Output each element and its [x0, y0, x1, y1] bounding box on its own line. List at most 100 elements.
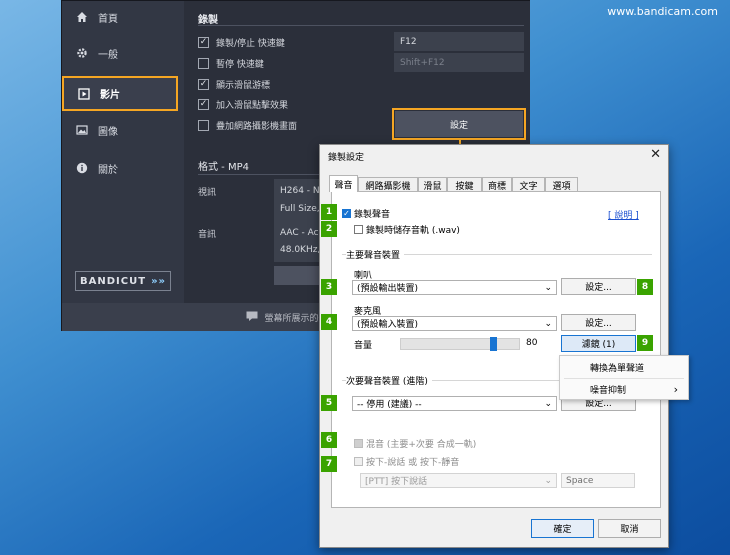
- record-hotkey-field[interactable]: F12: [394, 32, 524, 51]
- record-settings-dialog: 錄製設定 ✕ 聲音 網路攝影機 滑鼠 按鍵 商標 文字 選項 ✓ 錄製聲音 [ 說…: [319, 144, 669, 548]
- record-section-title: 錄製: [198, 15, 218, 26]
- menu-item-mono[interactable]: 轉換為單聲道: [560, 357, 688, 377]
- record-sound-checkbox[interactable]: ✓ 錄製聲音: [342, 207, 390, 220]
- save-wav-checkbox[interactable]: 錄製時儲存音軌 (.wav): [354, 223, 460, 236]
- sidebar-item-label: 影片: [100, 90, 120, 101]
- tab-sound[interactable]: 聲音: [329, 175, 358, 192]
- checkbox-label: 混音 (主要+次要 合成一軌): [366, 440, 477, 450]
- chevron-down-icon: ⌄: [544, 318, 552, 329]
- mix-checkbox[interactable]: 混音 (主要+次要 合成一軌): [354, 437, 476, 450]
- sidebar-item-label: 首頁: [98, 13, 118, 25]
- tab-options[interactable]: 選項: [545, 177, 578, 192]
- video-format-line: Full Size,: [280, 204, 320, 214]
- sidebar-item-video[interactable]: 影片: [62, 76, 178, 111]
- ptt-value: [PTT] 按下說話: [365, 477, 428, 487]
- hotkey-record-checkbox[interactable]: ✓ 錄製/停止 快速鍵: [198, 36, 285, 49]
- sidebar-item-about[interactable]: 關於: [62, 153, 184, 183]
- secondary-select[interactable]: -- 停用 (建議) -- ⌄: [352, 396, 557, 411]
- tab-mouse[interactable]: 滑鼠: [418, 177, 447, 192]
- sidebar-item-image[interactable]: 圖像: [62, 115, 184, 145]
- show-cursor-checkbox[interactable]: ✓ 顯示滑鼠游標: [198, 78, 270, 91]
- watermark: www.bandicam.com: [607, 5, 718, 18]
- hotkey-pause-checkbox[interactable]: 暫停 快速鍵: [198, 57, 264, 70]
- checkbox-label: 疊加網路攝影機畫面: [216, 122, 298, 132]
- info-icon: [75, 161, 89, 175]
- sidebar-item-label: 關於: [98, 164, 118, 176]
- audio-format-line: AAC - Ac: [280, 228, 319, 238]
- sidebar-item-label: 一般: [98, 49, 118, 61]
- secondary-value: -- 停用 (建議) --: [357, 400, 422, 410]
- volume-slider[interactable]: [400, 337, 520, 351]
- mic-value: (預設輸入裝置): [357, 320, 419, 330]
- sidebar-item-general[interactable]: 一般: [62, 38, 184, 68]
- checkbox-box[interactable]: [354, 225, 363, 234]
- tab-keys[interactable]: 按鍵: [447, 177, 482, 192]
- checkbox-box[interactable]: ✓: [198, 99, 209, 110]
- primary-device-group: 主要聲音裝置: [346, 248, 405, 261]
- checkbox-box[interactable]: ✓: [198, 37, 209, 48]
- bandicut-button[interactable]: BANDICUT »»: [75, 271, 171, 291]
- step-badge-4: 4: [321, 314, 337, 330]
- checkbox-label: 暫停 快速鍵: [216, 60, 264, 70]
- click-effect-checkbox[interactable]: ✓ 加入滑鼠點擊效果: [198, 98, 288, 111]
- speaker-settings-button[interactable]: 設定...: [561, 278, 636, 295]
- chat-icon: [246, 311, 258, 324]
- checkbox-box[interactable]: [198, 58, 209, 69]
- menu-item-noise-suppression[interactable]: 噪音抑制 ›: [560, 379, 688, 399]
- divider: [198, 25, 524, 26]
- record-settings-button[interactable]: 設定: [395, 111, 523, 137]
- secondary-device-group: 次要聲音裝置 (進階): [346, 374, 432, 387]
- chevron-down-icon: ⌄: [544, 475, 552, 486]
- bandicut-label: BANDICUT: [80, 275, 147, 287]
- cancel-button[interactable]: 取消: [598, 519, 661, 538]
- mic-settings-button[interactable]: 設定...: [561, 314, 636, 331]
- help-link[interactable]: [ 說明 ]: [608, 208, 639, 221]
- ptt-key-value: Space: [566, 475, 594, 486]
- close-icon[interactable]: ✕: [650, 147, 661, 162]
- ptt-select[interactable]: [PTT] 按下說話 ⌄: [360, 473, 557, 488]
- step-badge-3: 3: [321, 279, 337, 295]
- step-badge-2: 2: [321, 221, 337, 237]
- speaker-select[interactable]: (預設輸出裝置) ⌄: [352, 280, 557, 295]
- ptt-key-field[interactable]: Space: [561, 473, 635, 488]
- webcam-overlay-checkbox[interactable]: 疊加網路攝影機畫面: [198, 119, 297, 132]
- pause-hotkey-field[interactable]: Shift+F12: [394, 53, 524, 72]
- chevron-down-icon: ⌄: [544, 398, 552, 409]
- audio-format-line: 48.0KHz,: [280, 245, 321, 255]
- home-icon: [75, 10, 89, 24]
- checkbox-box[interactable]: [354, 457, 363, 466]
- volume-label: 音量: [354, 341, 373, 351]
- gear-icon: [75, 46, 89, 60]
- ok-button[interactable]: 確定: [531, 519, 594, 538]
- chevron-right-icon: ›: [673, 382, 678, 396]
- filter-button[interactable]: 濾鏡 (1): [561, 335, 636, 352]
- format-section-title: 格式 - MP4: [198, 162, 249, 173]
- video-label: 視訊: [198, 188, 217, 198]
- dialog-title: 錄製設定: [328, 153, 365, 163]
- step-badge-9: 9: [637, 335, 653, 351]
- volume-slider-thumb[interactable]: [490, 337, 497, 351]
- tab-webcam[interactable]: 網路攝影機: [358, 177, 418, 192]
- checkbox-box[interactable]: ✓: [342, 209, 351, 218]
- menu-item-label: 噪音抑制: [590, 385, 627, 396]
- checkbox-label: 錄製/停止 快速鍵: [216, 39, 285, 49]
- sidebar-item-home[interactable]: 首頁: [62, 2, 184, 32]
- checkbox-box[interactable]: [354, 439, 363, 448]
- tab-logo[interactable]: 商標: [482, 177, 512, 192]
- mic-select[interactable]: (預設輸入裝置) ⌄: [352, 316, 557, 331]
- step-badge-1: 1: [321, 204, 337, 220]
- step-badge-7: 7: [321, 456, 337, 472]
- sound-tab-panel: ✓ 錄製聲音 [ 說明 ] 錄製時儲存音軌 (.wav) 主要聲音裝置 喇叭 (預…: [331, 191, 661, 508]
- checkbox-label: 錄製時儲存音軌 (.wav): [366, 226, 460, 236]
- checkbox-label: 顯示滑鼠游標: [216, 81, 271, 91]
- tab-text[interactable]: 文字: [512, 177, 545, 192]
- sidebar-item-label: 圖像: [98, 126, 118, 138]
- checkbox-label: 加入滑鼠點擊效果: [216, 101, 289, 111]
- ptt-checkbox[interactable]: 按下-說話 或 按下-靜音: [354, 455, 459, 468]
- image-icon: [75, 123, 89, 137]
- checkbox-box[interactable]: ✓: [198, 79, 209, 90]
- checkbox-box[interactable]: [198, 120, 209, 131]
- video-format-line: H264 - N: [280, 186, 320, 196]
- checkbox-label: 錄製聲音: [354, 210, 391, 220]
- step-badge-8: 8: [637, 279, 653, 295]
